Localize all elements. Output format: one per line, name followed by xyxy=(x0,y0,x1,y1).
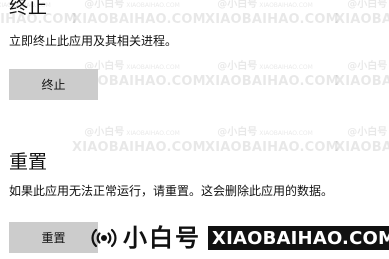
watermark-top: @小白号XIAOBAIHAO.COM xyxy=(217,127,313,138)
reset-button[interactable]: 重置 xyxy=(9,222,98,253)
brand-name: 小白号 xyxy=(123,224,201,252)
watermark-top: @小白号XIAOBAIHAO.COM xyxy=(217,61,313,72)
watermark-bottom: XIAOBAIHAO.COM xyxy=(72,12,206,27)
watermark-tile: @小白号XIAOBAIHAO.COM XIAOBAIHAO.COM xyxy=(205,60,339,90)
watermark-tile: @小白号XIAOBAIHAO.COM XIAOBAIHAO.COM xyxy=(72,126,206,156)
terminate-title: 终止 xyxy=(9,0,48,18)
watermark-top: @小白号XIAOBAIHAO.COM xyxy=(347,0,388,10)
brand-watermark: 小白号 XIAOBAIHAO.COM xyxy=(91,224,389,252)
watermark-bottom: XIAOBAIHAO.COM xyxy=(335,74,389,89)
reset-title: 重置 xyxy=(9,151,48,173)
watermark-top: @小白号XIAOBAIHAO.COM xyxy=(347,61,388,72)
watermark-tile: @小白号XIAOBAIHAO.COM XIAOBAIHAO.COM xyxy=(335,60,389,90)
watermark-bottom: XIAOBAIHAO.COM xyxy=(205,74,339,89)
watermark-tile: @小白号XIAOBAIHAO.COM XIAOBAIHAO.COM xyxy=(335,0,389,28)
watermark-bottom: XIAOBAIHAO.COM xyxy=(205,12,339,27)
watermark-tile: @小白号XIAOBAIHAO.COM XIAOBAIHAO.COM xyxy=(72,0,206,28)
watermark-top: @小白号XIAOBAIHAO.COM xyxy=(347,127,388,138)
watermark-bottom: XIAOBAIHAO.COM xyxy=(335,12,389,27)
watermark-bottom: XIAOBAIHAO.COM xyxy=(205,140,339,155)
watermark-top: @小白号XIAOBAIHAO.COM xyxy=(217,0,313,10)
watermark-bottom: XIAOBAIHAO.COM xyxy=(72,140,206,155)
reset-description: 如果此应用无法正常运行，请重置。这会删除此应用的数据。 xyxy=(9,184,334,198)
watermark-top: @小白号XIAOBAIHAO.COM xyxy=(84,127,180,138)
watermark-tile: @小白号XIAOBAIHAO.COM XIAOBAIHAO.COM xyxy=(205,126,339,156)
brand-domain: XIAOBAIHAO.COM xyxy=(208,226,389,250)
watermark-tile: @小白号XIAOBAIHAO.COM XIAOBAIHAO.COM xyxy=(205,0,339,28)
watermark-bottom: XIAOBAIHAO.COM xyxy=(335,140,389,155)
terminate-description: 立即终止此应用及其相关进程。 xyxy=(9,34,178,48)
watermark-top: @小白号XIAOBAIHAO.COM xyxy=(84,0,180,10)
terminate-button[interactable]: 终止 xyxy=(9,69,98,100)
watermark-tile: @小白号XIAOBAIHAO.COM XIAOBAIHAO.COM xyxy=(335,126,389,156)
